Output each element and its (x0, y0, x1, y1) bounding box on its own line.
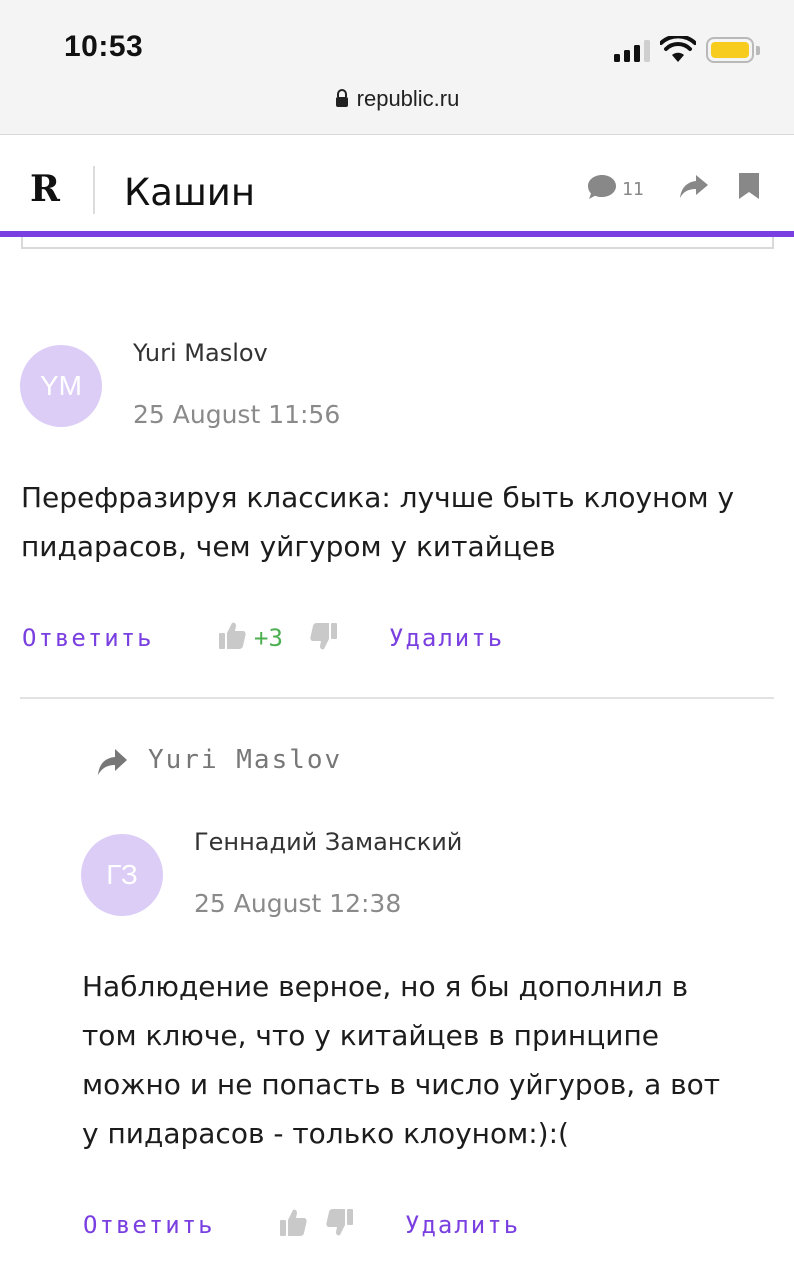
comment-text-line: пидарасов, чем уйгуром у китайцев (21, 530, 556, 563)
previous-block-edge (21, 237, 774, 249)
reply-button[interactable]: Ответить (83, 1211, 215, 1239)
cellular-signal-icon (614, 40, 654, 62)
comment-text-line: Наблюдение верное, но я бы дополнил в (82, 970, 689, 1003)
avatar: YM (20, 345, 102, 427)
battery-tip (756, 46, 760, 55)
reply-arrow-icon (98, 749, 127, 775)
comment-score: +3 (254, 624, 283, 652)
site-header (0, 135, 794, 232)
share-icon[interactable] (679, 174, 709, 200)
comment-date: 25 August 12:38 (194, 889, 402, 918)
comment-author[interactable]: Yuri Maslov (133, 339, 268, 367)
delete-button[interactable]: Удалить (389, 624, 504, 652)
comment-text: Наблюдение верное, но я бы дополнил в то… (82, 962, 782, 1158)
comments-count[interactable]: 11 (622, 179, 644, 200)
lock-icon (335, 89, 348, 108)
thumbs-up-icon[interactable] (279, 1207, 307, 1237)
reply-to-author[interactable]: Yuri Maslov (148, 745, 342, 775)
avatar: ГЗ (81, 834, 163, 916)
wifi-icon (660, 36, 696, 62)
comment-text-line: у пидарасов - только клоуном:):( (82, 1117, 569, 1150)
comment-date: 25 August 11:56 (133, 400, 341, 429)
url-text: republic.ru (356, 86, 460, 111)
comment-text-line: можно и не попасть в число уйгуров, а во… (82, 1068, 721, 1101)
address-bar[interactable]: republic.ru (0, 86, 794, 112)
battery-icon (706, 37, 754, 63)
thumbs-up-icon[interactable] (218, 620, 246, 650)
comment-author[interactable]: Геннадий Заманский (194, 828, 462, 856)
comment-text-line: том ключе, что у китайцев в принципе (82, 1019, 660, 1052)
comment-text: Перефразируя классика: лучше быть клоуно… (21, 473, 781, 571)
status-time: 10:53 (64, 30, 144, 63)
thumbs-down-icon[interactable] (326, 1208, 354, 1238)
comment-divider (20, 697, 774, 699)
comments-icon[interactable] (587, 174, 617, 200)
reply-button[interactable]: Ответить (22, 624, 154, 652)
header-divider (93, 166, 95, 214)
thumbs-down-icon[interactable] (310, 622, 338, 652)
site-logo[interactable]: R (30, 168, 60, 210)
bookmark-icon[interactable] (738, 172, 760, 200)
comment-text-line: Перефразируя классика: лучше быть клоуно… (21, 481, 735, 514)
section-title[interactable]: Кашин (124, 171, 255, 214)
browser-status-bar (0, 0, 794, 135)
delete-button[interactable]: Удалить (405, 1211, 520, 1239)
